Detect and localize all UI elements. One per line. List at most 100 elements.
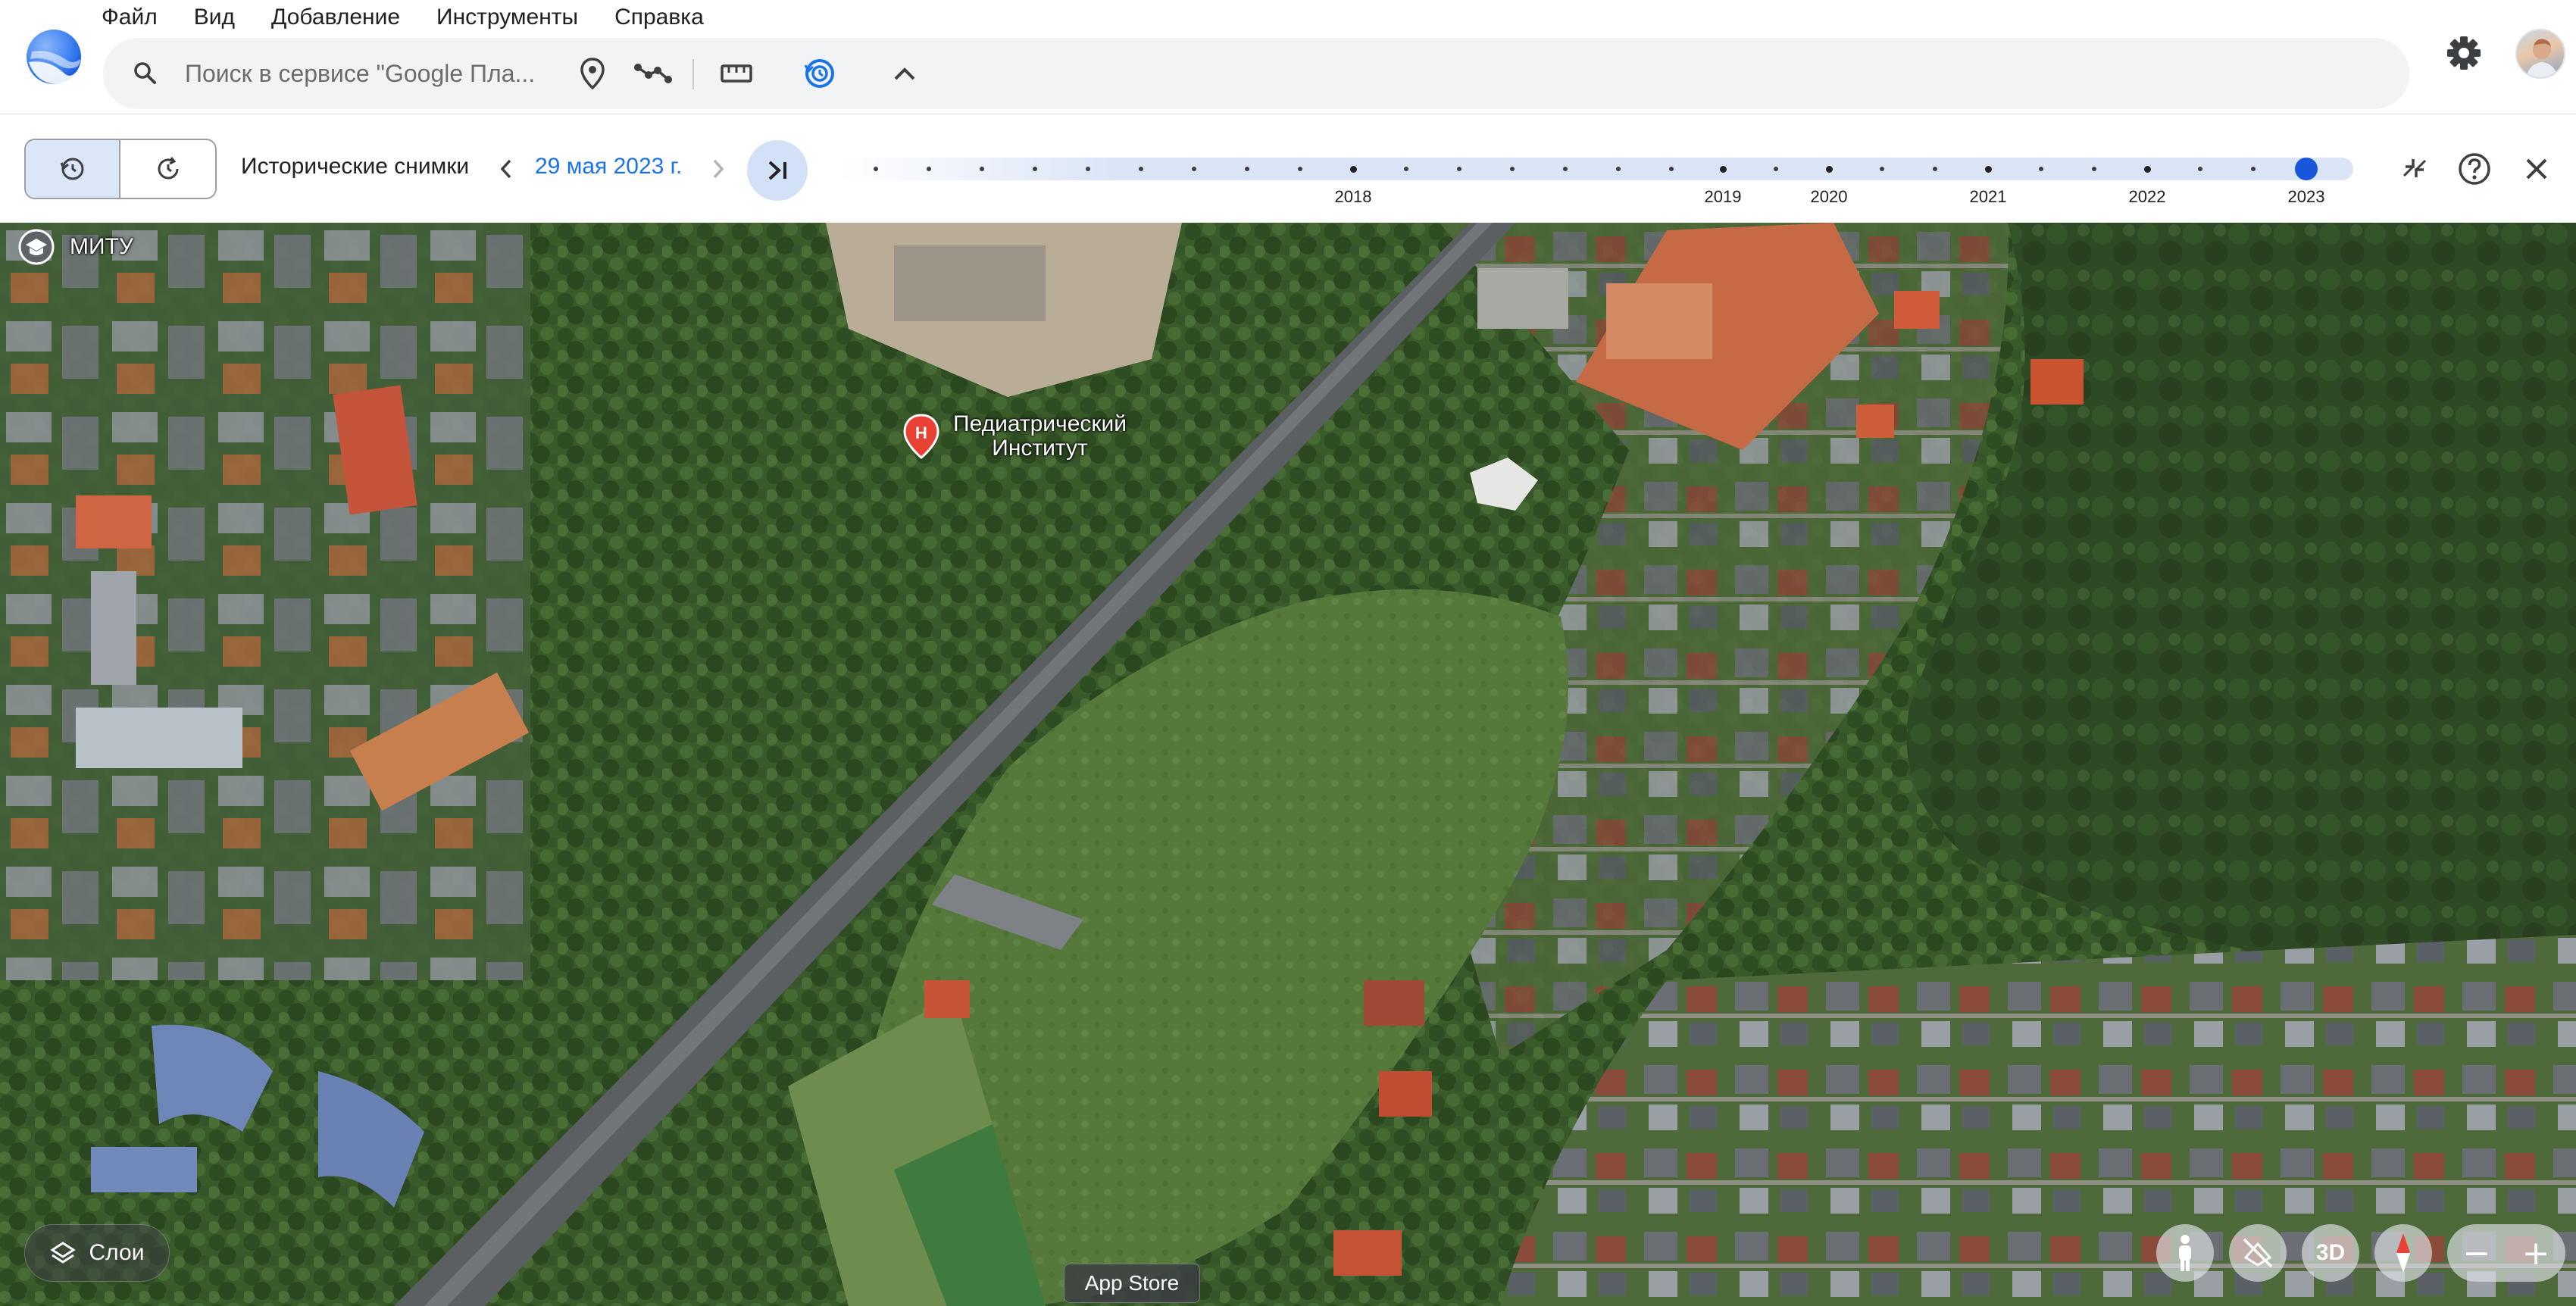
satellite-map-view[interactable]: МИТУ H Педиатрический Институт Слои App … [0, 223, 2576, 1306]
menu-bar: Файл Вид Добавление Инструменты Справка [102, 0, 704, 35]
timeline-tick[interactable] [1192, 167, 1196, 171]
history-label: Исторические снимки [241, 154, 470, 179]
layers-button[interactable]: Слои [24, 1224, 170, 1282]
avatar[interactable] [2515, 29, 2565, 79]
compass-button[interactable] [2374, 1224, 2432, 1282]
hospital-badge-letter: H [915, 423, 927, 442]
zoom-out-button[interactable]: − [2447, 1224, 2506, 1282]
timeline-year-marker[interactable] [1719, 166, 1727, 173]
menu-add[interactable]: Добавление [271, 0, 400, 35]
zoom-controls: − + [2447, 1224, 2565, 1282]
timeline-tick[interactable] [1669, 167, 1674, 171]
timeline-year-marker[interactable] [1349, 166, 1357, 173]
app-store-badge[interactable]: App Store [1064, 1264, 1200, 1303]
ruler-button[interactable] [715, 52, 758, 95]
timeline-year-label: 2023 [2287, 187, 2325, 206]
tilt-off-icon [2243, 1238, 2273, 1268]
timeline-tick[interactable] [980, 167, 984, 171]
timeline-tick[interactable] [1139, 167, 1143, 171]
timeline-track[interactable] [838, 158, 2353, 180]
skip-to-end-icon [768, 161, 786, 180]
timeline-thumb[interactable] [2295, 158, 2318, 180]
close-icon [2526, 158, 2547, 180]
settings-button[interactable] [2441, 30, 2487, 76]
jump-to-latest-button[interactable] [747, 140, 808, 201]
timeline-year-label: 2022 [2128, 187, 2166, 206]
3d-toggle-button[interactable]: 3D [2302, 1224, 2359, 1282]
toolbar-divider [692, 59, 694, 89]
poi-label-line1: Педиатрический [953, 411, 1127, 436]
street-view-button[interactable] [2156, 1224, 2214, 1282]
top-bar: Файл Вид Добавление Инструменты Справка [0, 0, 2576, 114]
refresh-clock-icon [158, 157, 178, 180]
history-mode-current-button[interactable] [120, 140, 215, 198]
collapse-toolbar-button[interactable] [883, 52, 926, 95]
placemark-icon [580, 58, 605, 90]
satellite-imagery[interactable] [0, 223, 2576, 1306]
previous-date-button[interactable] [491, 152, 521, 186]
search-bar [103, 38, 2409, 109]
timeline-tick[interactable] [1033, 167, 1037, 171]
timeline-tick[interactable] [2251, 167, 2256, 171]
timeline-tick[interactable] [1510, 167, 1515, 171]
timeline-tick[interactable] [1298, 167, 1302, 171]
timeline-year-label: 2018 [1334, 187, 1372, 206]
timeline-tick[interactable] [874, 167, 878, 171]
timeline-year-label: 2019 [1704, 187, 1742, 206]
university-marker-icon[interactable] [17, 227, 56, 267]
historical-imagery-button[interactable] [799, 52, 841, 95]
menu-file[interactable]: Файл [102, 0, 158, 35]
menu-help[interactable]: Справка [614, 0, 704, 35]
timeline-year-label: 2021 [1969, 187, 2007, 206]
help-icon [2459, 153, 2490, 185]
timeline-tick[interactable] [1404, 167, 1408, 171]
next-date-button[interactable] [703, 152, 733, 186]
3d-label: 3D [2315, 1240, 2346, 1265]
pegman-icon [2179, 1235, 2191, 1271]
map-label-pediatric-institute[interactable]: Педиатрический Институт [953, 412, 1127, 461]
timeline-year-marker[interactable] [2143, 166, 2151, 173]
search-icon[interactable] [130, 58, 161, 89]
timeline-tick[interactable] [2092, 167, 2096, 171]
gear-icon [2447, 36, 2481, 70]
timeline-tick[interactable] [2198, 167, 2202, 171]
menu-tools[interactable]: Инструменты [436, 0, 578, 35]
ruler-icon [721, 64, 752, 83]
google-earth-logo[interactable] [26, 29, 82, 85]
history-mode-toggle [24, 139, 217, 199]
timeline-tick[interactable] [1563, 167, 1568, 171]
current-imagery-date[interactable]: 29 мая 2023 г. [535, 154, 682, 180]
timeline-tick[interactable] [1086, 167, 1090, 171]
chevron-up-icon [894, 67, 915, 80]
layers-icon [49, 1242, 76, 1264]
timeline-tick[interactable] [1880, 167, 1884, 171]
timeline-year-label: 2020 [1810, 187, 1848, 206]
placemark-button[interactable] [571, 52, 614, 95]
menu-view[interactable]: Вид [194, 0, 235, 35]
timeline-slider[interactable]: 2018 2019 2020 2021 2022 2023 [838, 151, 2353, 216]
path-button[interactable] [632, 52, 674, 95]
map-label-mitu[interactable]: МИТУ [70, 235, 133, 259]
exit-fullscreen-button[interactable] [2396, 149, 2434, 187]
history-mode-past-button[interactable] [26, 140, 120, 198]
path-icon [634, 64, 672, 83]
help-button[interactable] [2455, 149, 2494, 189]
timeline-tick[interactable] [1616, 167, 1621, 171]
timeline-year-marker[interactable] [1825, 166, 1833, 173]
timeline-tick[interactable] [1245, 167, 1249, 171]
hospital-marker-icon[interactable]: H [902, 414, 941, 459]
timeline-tick[interactable] [1457, 167, 1462, 171]
tilt-toggle-button[interactable] [2229, 1224, 2287, 1282]
google-earth-app: Файл Вид Добавление Инструменты Справка [0, 0, 2576, 1306]
chevron-right-icon [713, 159, 724, 179]
collapse-icon [2402, 159, 2427, 177]
timeline-tick[interactable] [1774, 167, 1778, 171]
timeline-tick[interactable] [1933, 167, 1937, 171]
timeline-tick[interactable] [927, 167, 931, 171]
layers-label: Слои [89, 1240, 145, 1265]
timeline-year-marker[interactable] [1984, 166, 1992, 173]
zoom-in-button[interactable]: + [2506, 1224, 2565, 1282]
chevron-left-icon [500, 159, 511, 179]
close-button[interactable] [2517, 149, 2556, 189]
timeline-tick[interactable] [2039, 167, 2043, 171]
